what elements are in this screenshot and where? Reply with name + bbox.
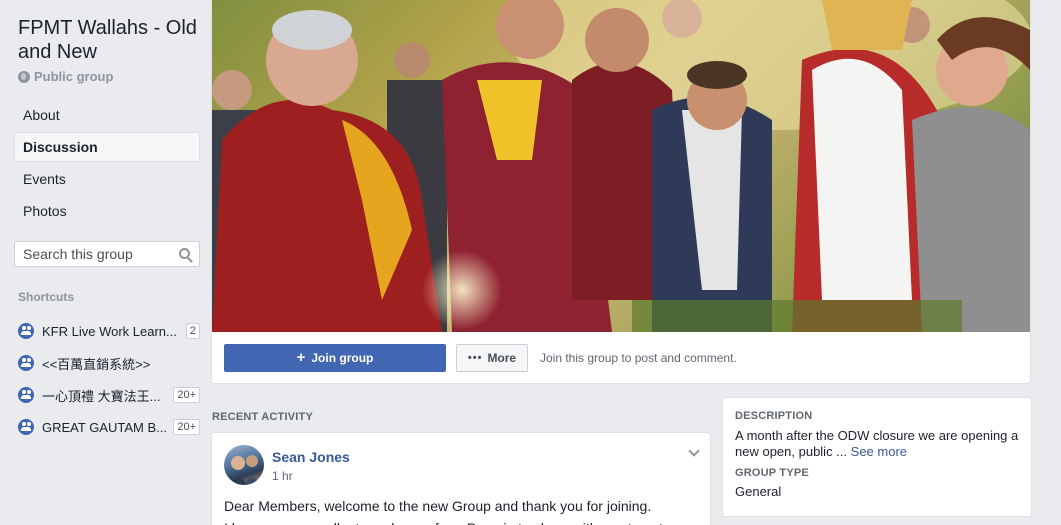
search-input[interactable] bbox=[15, 242, 165, 266]
group-icon bbox=[18, 355, 34, 371]
left-sidebar: FPMT Wallahs - Old and New Public group … bbox=[0, 0, 210, 525]
more-label: More bbox=[487, 351, 517, 365]
nav-item-discussion[interactable]: Discussion bbox=[14, 132, 200, 162]
description-card: DESCRIPTION A month after the ODW closur… bbox=[722, 397, 1032, 517]
dots-icon: ••• bbox=[467, 352, 483, 364]
shortcut-count-badge: 20+ bbox=[173, 387, 200, 403]
shortcut-count-badge: 20+ bbox=[173, 419, 200, 435]
group-icon bbox=[18, 387, 34, 403]
group-icon bbox=[18, 419, 34, 435]
join-hint: Join this group to post and comment. bbox=[540, 351, 737, 365]
group-type-heading: GROUP TYPE bbox=[735, 467, 809, 479]
post-timestamp[interactable]: 1 hr bbox=[272, 469, 293, 483]
plus-icon: + bbox=[296, 349, 306, 366]
chevron-down-icon[interactable] bbox=[688, 445, 700, 457]
group-title[interactable]: FPMT Wallahs - Old and New bbox=[18, 16, 203, 64]
description-heading: DESCRIPTION bbox=[735, 410, 813, 422]
shortcut-label: KFR Live Work Learn... bbox=[42, 323, 177, 339]
group-nav: About Discussion Events Photos bbox=[14, 100, 200, 228]
group-search bbox=[14, 241, 200, 267]
shortcuts-list: KFR Live Work Learn... 2 <<百萬直銷系統>> 一心頂禮… bbox=[18, 315, 200, 443]
privacy-label: Public group bbox=[34, 69, 114, 84]
group-actions: + Join group ••• More Join this group to… bbox=[224, 344, 737, 372]
avatar[interactable] bbox=[224, 445, 264, 485]
nav-item-events[interactable]: Events bbox=[14, 164, 200, 194]
post-author[interactable]: Sean Jones bbox=[272, 449, 350, 465]
avatar-image bbox=[228, 455, 262, 485]
shortcut-label: GREAT GAUTAM B... bbox=[42, 419, 167, 435]
group-icon bbox=[18, 323, 34, 339]
group-privacy: Public group bbox=[18, 69, 113, 84]
shortcut-label: 一心頂禮 大寶法王... bbox=[42, 388, 161, 404]
shortcut-item[interactable]: GREAT GAUTAM B... 20+ bbox=[18, 411, 200, 443]
search-icon[interactable] bbox=[179, 248, 190, 259]
shortcuts-heading: Shortcuts bbox=[18, 290, 75, 304]
shortcut-item[interactable]: KFR Live Work Learn... 2 bbox=[18, 315, 200, 347]
shortcut-label: <<百萬直銷系統>> bbox=[42, 356, 151, 372]
see-more-link[interactable]: See more bbox=[851, 444, 907, 459]
more-button[interactable]: ••• More bbox=[456, 344, 528, 372]
post-line: Dear Members, welcome to the new Group a… bbox=[224, 498, 652, 514]
post-card: Sean Jones 1 hr Dear Members, welcome to… bbox=[211, 432, 711, 525]
post-line: I have some excellent good news from Pom… bbox=[224, 517, 694, 525]
nav-item-photos[interactable]: Photos bbox=[14, 196, 200, 226]
shortcut-count-badge: 2 bbox=[185, 323, 200, 339]
nav-item-about[interactable]: About bbox=[14, 100, 200, 130]
cover-photo[interactable] bbox=[212, 0, 1030, 332]
join-group-button[interactable]: + Join group bbox=[224, 344, 446, 372]
description-text: A month after the ODW closure we are ope… bbox=[735, 428, 1019, 460]
globe-icon bbox=[18, 70, 30, 83]
group-type-value: General bbox=[735, 484, 782, 499]
shortcut-item[interactable]: <<百萬直銷系統>> bbox=[18, 347, 200, 379]
join-group-label: Join group bbox=[311, 351, 374, 365]
cover-photo-illustration bbox=[212, 0, 1030, 332]
shortcut-item[interactable]: 一心頂禮 大寶法王... 20+ bbox=[18, 379, 200, 411]
post-body: Dear Members, welcome to the new Group a… bbox=[224, 495, 694, 525]
recent-activity-heading: RECENT ACTIVITY bbox=[212, 411, 313, 423]
group-header-card: + Join group ••• More Join this group to… bbox=[211, 0, 1031, 384]
